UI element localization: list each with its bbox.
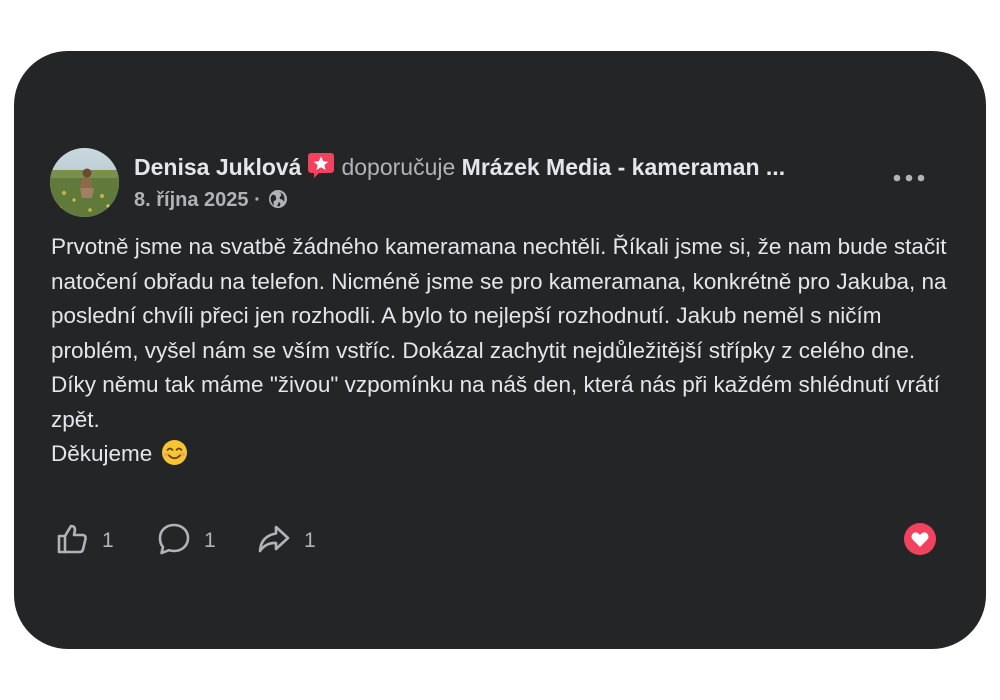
share-arrow-icon xyxy=(256,521,292,562)
post-body-text: Prvotně jsme na svatbě žádného kameraman… xyxy=(51,234,947,432)
love-reaction-icon[interactable] xyxy=(904,523,936,555)
comment-bubble-icon xyxy=(156,521,192,562)
like-button[interactable]: 1 xyxy=(54,521,114,561)
post-body: Prvotně jsme na svatbě žádného kameraman… xyxy=(51,230,951,472)
recommended-page-name[interactable]: Mrázek Media - kameraman ... xyxy=(462,154,785,180)
smiling-face-emoji xyxy=(161,439,188,466)
more-options-icon[interactable] xyxy=(892,165,926,191)
author-name[interactable]: Denisa Juklová xyxy=(134,154,301,180)
share-button[interactable]: 1 xyxy=(256,521,316,561)
share-count: 1 xyxy=(304,529,316,552)
post-meta: 8. října 2025 · xyxy=(134,186,288,217)
post-header: Denisa Juklová doporučuje Mrázek Media -… xyxy=(134,151,785,186)
thumbs-up-icon xyxy=(54,521,90,562)
author-avatar[interactable] xyxy=(50,148,119,217)
globe-icon xyxy=(268,189,288,217)
review-post-card: Denisa Juklová doporučuje Mrázek Media -… xyxy=(14,51,986,649)
post-date[interactable]: 8. října 2025 xyxy=(134,189,249,211)
comment-count: 1 xyxy=(204,529,216,552)
like-count: 1 xyxy=(102,529,114,552)
recommend-star-icon xyxy=(307,151,335,186)
comment-button[interactable]: 1 xyxy=(156,521,216,561)
recommend-action-text: doporučuje xyxy=(341,154,456,180)
meta-separator: · xyxy=(254,189,261,211)
post-closing-text: Děkujeme xyxy=(51,441,153,466)
